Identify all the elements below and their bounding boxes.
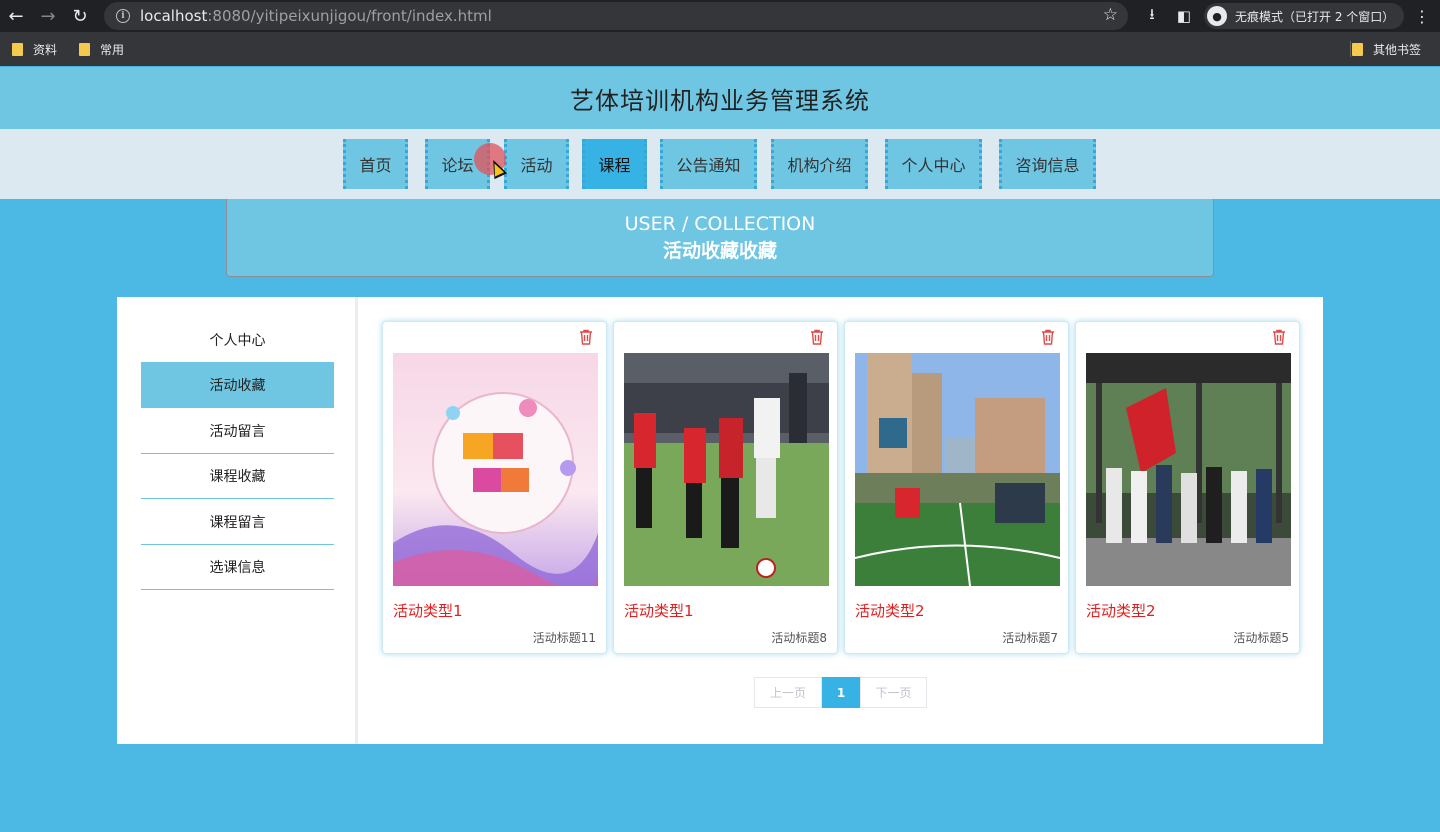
sidebar-item-personal-center[interactable]: 个人中心	[141, 317, 334, 363]
other-bookmarks[interactable]: 其他书签	[1352, 32, 1421, 66]
nav-notice[interactable]: 公告通知	[660, 139, 757, 189]
trash-icon[interactable]	[809, 329, 825, 345]
sidebar-item-activity-comment[interactable]: 活动留言	[141, 408, 334, 454]
menu-kebab-icon[interactable]: ⋮	[1410, 0, 1434, 32]
trash-icon[interactable]	[578, 329, 594, 345]
forward-icon[interactable]: →	[32, 0, 64, 32]
bookmark-star-icon[interactable]: ☆	[1103, 5, 1118, 25]
card-type: 活动类型1	[393, 602, 463, 620]
bookmark-label: 资料	[33, 42, 58, 57]
page-number-button[interactable]: 1	[822, 677, 860, 708]
next-page-button[interactable]: 下一页	[860, 677, 927, 708]
url-host: localhost	[140, 7, 208, 25]
page-banner: USER / COLLECTION 活动收藏收藏	[226, 199, 1214, 277]
bookmark-folder[interactable]: 常用	[79, 41, 124, 58]
trash-icon[interactable]	[1040, 329, 1056, 345]
sidebar-item-activity-collection[interactable]: 活动收藏	[141, 362, 334, 408]
folder-icon	[1352, 42, 1363, 56]
collection-panel: 活动类型1 活动标题11 活动类型1 活动标题8 活动类型2 活动标题7 活动类…	[358, 297, 1323, 744]
card-type: 活动类型2	[855, 602, 925, 620]
sidebar-item-course-comment[interactable]: 课程留言	[141, 499, 334, 545]
card-type: 活动类型1	[624, 602, 694, 620]
folder-icon	[12, 42, 23, 56]
collection-card[interactable]: 活动类型1 活动标题11	[382, 321, 607, 654]
trash-icon[interactable]	[1271, 329, 1287, 345]
card-type: 活动类型2	[1086, 602, 1156, 620]
nav-activity[interactable]: 活动	[504, 139, 569, 189]
card-image[interactable]	[1086, 353, 1291, 586]
incognito-indicator[interactable]: ● 无痕模式（已打开 2 个窗口）	[1204, 3, 1405, 29]
main-nav: 首页 论坛 活动 课程 公告通知 机构介绍 个人中心 咨询信息	[0, 129, 1440, 199]
nav-personal-center[interactable]: 个人中心	[885, 139, 982, 189]
nav-institution[interactable]: 机构介绍	[771, 139, 868, 189]
incognito-label: 无痕模式（已打开 2 个窗口）	[1235, 9, 1395, 24]
info-icon[interactable]: i	[116, 9, 130, 23]
card-title: 活动标题5	[1233, 631, 1289, 645]
nav-consult[interactable]: 咨询信息	[999, 139, 1096, 189]
nav-home[interactable]: 首页	[343, 139, 408, 189]
download-icon[interactable]: ⭳	[1136, 0, 1168, 32]
nav-course[interactable]: 课程	[582, 139, 647, 189]
site-title: 艺体培训机构业务管理系统	[570, 86, 870, 115]
incognito-icon: ●	[1207, 6, 1227, 26]
bookmarks-separator	[1350, 41, 1351, 57]
address-bar[interactable]: i localhost:8080/yitipeixunjigou/front/i…	[104, 2, 1128, 30]
pagination: 上一页 1 下一页	[754, 677, 927, 708]
bookmark-label: 常用	[100, 42, 125, 57]
card-title: 活动标题8	[771, 631, 827, 645]
sidebar-item-course-collection[interactable]: 课程收藏	[141, 453, 334, 499]
url-path: :8080/yitipeixunjigou/front/index.html	[207, 7, 492, 25]
bookmarks-bar: 资料 常用	[0, 32, 1440, 66]
side-panel-icon[interactable]: ◧	[1168, 0, 1200, 32]
reload-icon[interactable]: ↻	[64, 0, 96, 32]
card-title: 活动标题7	[1002, 631, 1058, 645]
banner-title: 活动收藏收藏	[662, 239, 777, 262]
collection-card[interactable]: 活动类型2 活动标题7	[844, 321, 1069, 654]
browser-right-tools: ⭳ ◧ ● 无痕模式（已打开 2 个窗口）	[1136, 0, 1405, 32]
collection-card[interactable]: 活动类型1 活动标题8	[613, 321, 838, 654]
back-icon[interactable]: ←	[0, 0, 32, 32]
sidebar-item-enrollment[interactable]: 选课信息	[141, 544, 334, 590]
collection-card[interactable]: 活动类型2 活动标题5	[1075, 321, 1300, 654]
bookmark-folder[interactable]: 资料	[12, 41, 57, 58]
card-image[interactable]	[393, 353, 598, 586]
card-image[interactable]	[624, 353, 829, 586]
site-header: 艺体培训机构业务管理系统	[0, 67, 1440, 129]
other-bookmarks-label: 其他书签	[1373, 42, 1422, 57]
banner-subtitle: USER / COLLECTION	[624, 212, 816, 235]
prev-page-button[interactable]: 上一页	[754, 677, 822, 708]
card-title: 活动标题11	[532, 631, 596, 645]
card-image[interactable]	[855, 353, 1060, 586]
sidebar: 个人中心 活动收藏 活动留言 课程收藏 课程留言 选课信息	[117, 297, 355, 744]
folder-icon	[79, 42, 91, 56]
